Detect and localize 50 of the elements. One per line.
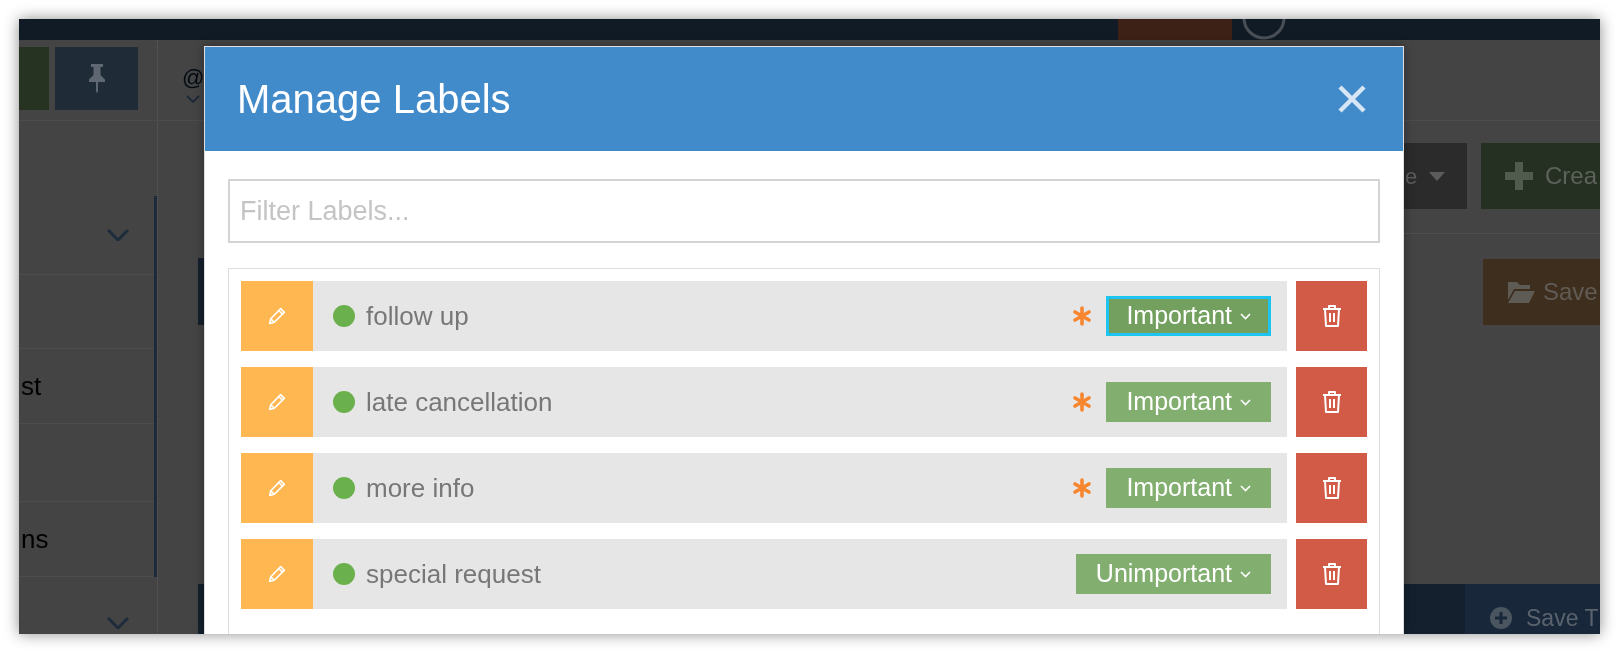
toolbar-button[interactable] (19, 47, 49, 110)
mention-button[interactable]: @ (182, 67, 205, 103)
edit-button[interactable] (241, 453, 313, 523)
panel-edge (198, 584, 204, 634)
pin-button[interactable] (55, 47, 138, 110)
caret-icon (1429, 171, 1446, 181)
label-name: more info (366, 471, 475, 505)
pencil-icon (266, 391, 288, 413)
plus-circle-icon (1490, 607, 1512, 629)
pencil-icon (266, 563, 288, 585)
close-icon (1337, 84, 1367, 114)
priority-dropdown[interactable]: Important (1106, 468, 1271, 508)
chevron-icon[interactable] (107, 617, 129, 629)
chevron-down-icon (1240, 570, 1251, 578)
chevron-down-icon (1240, 484, 1251, 492)
modal-title: Manage Labels (237, 76, 511, 123)
top-bar-button[interactable] (1118, 19, 1232, 40)
save-button[interactable]: Save T (1465, 584, 1600, 634)
priority-dropdown[interactable]: Important (1106, 296, 1271, 336)
trash-icon (1320, 476, 1343, 500)
sidebar-item[interactable]: st (21, 373, 42, 399)
plus-icon (1505, 162, 1533, 190)
close-button[interactable] (1337, 84, 1367, 114)
chevron-icon (186, 95, 201, 103)
panel-edge (198, 258, 204, 325)
delete-button[interactable] (1296, 367, 1367, 437)
priority-dropdown[interactable]: Unimportant (1075, 554, 1271, 594)
priority-dropdown[interactable]: Important (1106, 382, 1271, 422)
ring-icon (1241, 19, 1287, 40)
edit-button[interactable] (241, 281, 313, 351)
trash-icon (1320, 562, 1343, 586)
edit-button[interactable] (241, 539, 313, 609)
chevron-icon[interactable] (107, 229, 129, 241)
sidebar-item[interactable]: ns (21, 526, 49, 552)
pencil-icon (266, 477, 288, 499)
label-name: follow up (366, 299, 469, 333)
chevron-down-icon (1240, 398, 1251, 406)
pencil-icon (266, 305, 288, 327)
edit-button[interactable] (241, 367, 313, 437)
delete-button[interactable] (1296, 453, 1367, 523)
filter-input[interactable]: Filter Labels... (228, 179, 1380, 243)
chevron-down-icon (1240, 312, 1251, 320)
trash-icon (1320, 304, 1343, 328)
create-button[interactable]: Crea (1481, 143, 1600, 209)
label-name: late cancellation (366, 385, 553, 419)
folder-icon (1508, 281, 1535, 303)
trash-icon (1320, 390, 1343, 414)
delete-button[interactable] (1296, 539, 1367, 609)
delete-button[interactable] (1296, 281, 1367, 351)
label-name: special request (366, 557, 541, 591)
